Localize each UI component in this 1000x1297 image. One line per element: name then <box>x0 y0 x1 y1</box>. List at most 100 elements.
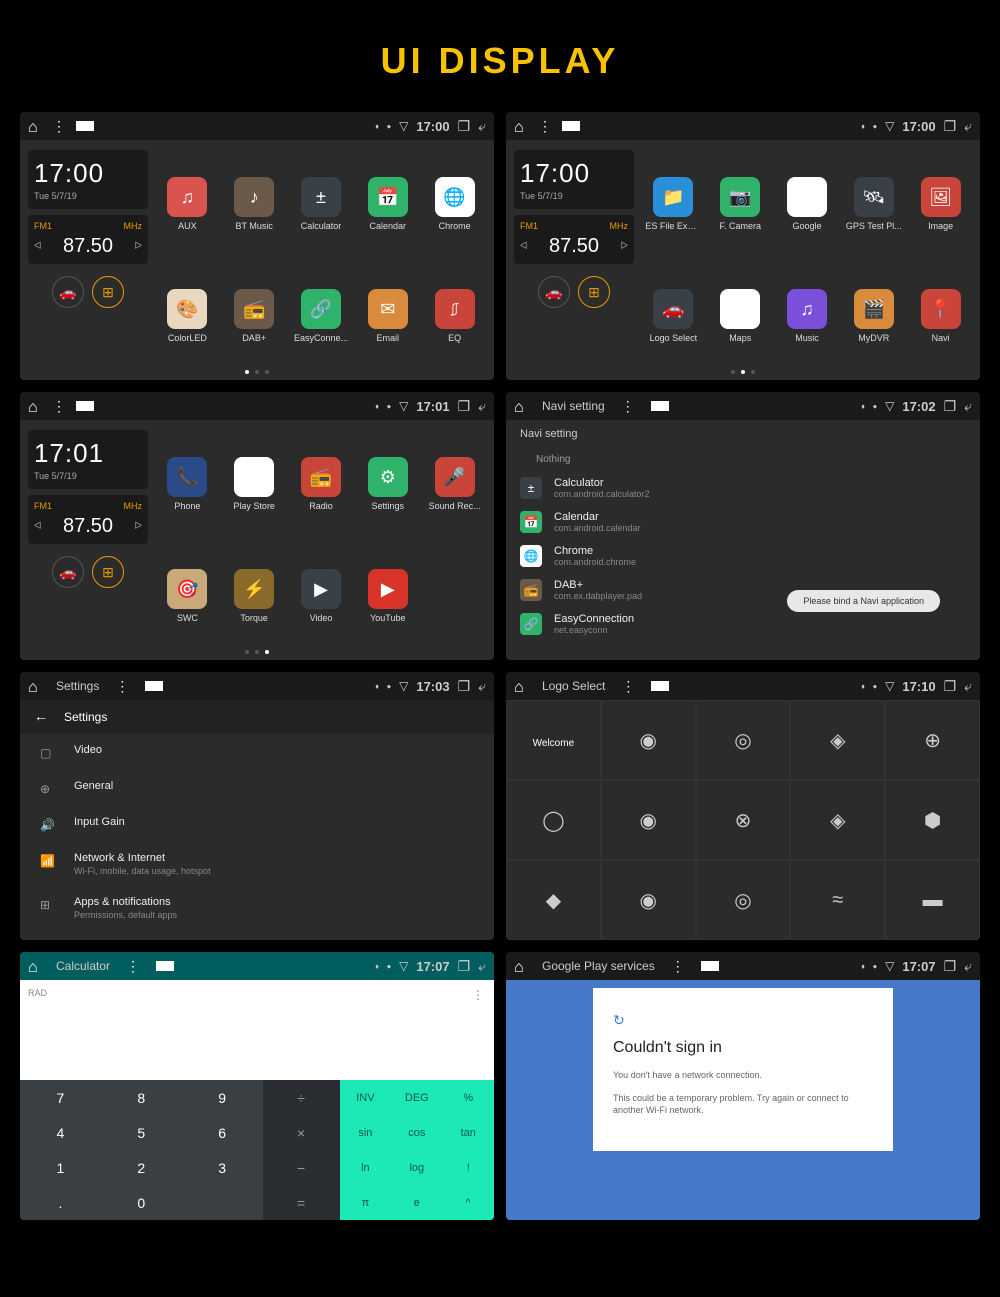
back-icon[interactable] <box>478 958 486 975</box>
logo-cell[interactable]: ◎ <box>696 860 791 940</box>
prev-icon[interactable]: ᐊ <box>34 521 42 532</box>
home-icon[interactable] <box>514 119 528 133</box>
apps-button[interactable]: ⊞ <box>578 276 610 308</box>
back-icon[interactable] <box>964 398 972 415</box>
radio-widget[interactable]: FM1MHz ᐊ87.50ᐅ <box>28 215 148 264</box>
apps-button[interactable]: ⊞ <box>92 556 124 588</box>
prev-icon[interactable]: ᐊ <box>34 241 42 252</box>
calc-sci-ln[interactable]: ln <box>340 1150 391 1185</box>
recent-icon[interactable] <box>944 958 957 975</box>
logo-cell[interactable]: ◉ <box>601 700 696 780</box>
calc-op[interactable]: × <box>263 1115 340 1150</box>
logo-cell[interactable]: ▬ <box>885 860 980 940</box>
window-icon[interactable] <box>701 961 711 971</box>
window2-icon[interactable] <box>155 681 163 691</box>
logo-cell[interactable]: ◈ <box>790 700 885 780</box>
app-esfileexpl[interactable]: 📁ES File Expl... <box>642 150 705 258</box>
window2-icon[interactable] <box>572 121 580 131</box>
calc-key-9[interactable]: 9 <box>182 1080 263 1115</box>
calc-sci-tan[interactable]: tan <box>443 1115 494 1150</box>
settings-item[interactable]: ⊞Apps & notificationsPermissions, defaul… <box>20 886 494 930</box>
calc-menu-icon[interactable]: ⋮ <box>472 988 484 1002</box>
recent-icon[interactable] <box>458 118 471 135</box>
app-image[interactable]: 🖼Image <box>909 150 972 258</box>
menu-dots-icon[interactable] <box>115 678 129 695</box>
window2-icon[interactable] <box>661 681 669 691</box>
calc-key-0[interactable]: 0 <box>101 1185 182 1220</box>
app-email[interactable]: ✉Email <box>356 262 419 370</box>
home-icon[interactable] <box>28 679 42 693</box>
calc-sci-![interactable]: ! <box>443 1150 494 1185</box>
calc-sci-INV[interactable]: INV <box>340 1080 391 1115</box>
logo-cell[interactable]: ⊗ <box>696 780 791 860</box>
settings-item[interactable]: ▢Video <box>20 734 494 770</box>
home-icon[interactable] <box>28 959 42 973</box>
calc-sci-cos[interactable]: cos <box>391 1115 442 1150</box>
logo-cell[interactable]: ◎ <box>696 700 791 780</box>
calc-key-5[interactable]: 5 <box>101 1115 182 1150</box>
car-mode-button[interactable]: 🚗 <box>52 276 84 308</box>
app-phone[interactable]: 📞Phone <box>156 430 219 538</box>
app-btmusic[interactable]: ♪BT Music <box>223 150 286 258</box>
clock-widget[interactable]: 17:00Tue 5/7/19 <box>514 150 634 209</box>
back-icon[interactable] <box>964 678 972 695</box>
logo-cell[interactable]: ≈ <box>790 860 885 940</box>
app-youtube[interactable]: ▶YouTube <box>356 542 419 650</box>
app-fcamera[interactable]: 📷F. Camera <box>709 150 772 258</box>
back-icon[interactable] <box>478 398 486 415</box>
navi-item[interactable]: 🔗EasyConnectionnet.easyconn <box>506 607 980 641</box>
calc-key-1[interactable]: 1 <box>20 1150 101 1185</box>
prev-icon[interactable]: ᐊ <box>520 241 528 252</box>
calc-op[interactable]: = <box>263 1185 340 1220</box>
app-gpstestpl[interactable]: 🛰GPS Test Pl... <box>842 150 905 258</box>
calc-key-8[interactable]: 8 <box>101 1080 182 1115</box>
app-torque[interactable]: ⚡Torque <box>223 542 286 650</box>
calc-key-.[interactable]: . <box>20 1185 101 1220</box>
calc-sci-^[interactable]: ^ <box>443 1185 494 1220</box>
window-icon[interactable] <box>562 121 572 131</box>
logo-cell[interactable]: ◉ <box>601 860 696 940</box>
recent-icon[interactable] <box>458 398 471 415</box>
calc-op[interactable]: − <box>263 1150 340 1185</box>
refresh-icon[interactable]: ↻ <box>613 1012 873 1029</box>
back-icon[interactable] <box>478 678 486 695</box>
calc-op[interactable]: ÷ <box>263 1080 340 1115</box>
menu-dots-icon[interactable] <box>621 398 635 415</box>
apps-button[interactable]: ⊞ <box>92 276 124 308</box>
app-colorled[interactable]: 🎨ColorLED <box>156 262 219 370</box>
home-icon[interactable] <box>28 399 42 413</box>
menu-dots-icon[interactable] <box>52 118 66 135</box>
radio-widget[interactable]: FM1MHzᐊ87.50ᐅ <box>28 495 148 544</box>
window2-icon[interactable] <box>661 401 669 411</box>
back-icon[interactable] <box>964 118 972 135</box>
back-icon[interactable] <box>478 118 486 135</box>
next-icon[interactable]: ᐅ <box>620 241 628 252</box>
app-eq[interactable]: ⎎EQ <box>423 262 486 370</box>
calc-sci-log[interactable]: log <box>391 1150 442 1185</box>
navi-item[interactable]: 📅Calendarcom.android.calendar <box>506 505 980 539</box>
window-icon[interactable] <box>651 401 661 411</box>
navi-item[interactable]: 🌐Chromecom.android.chrome <box>506 539 980 573</box>
settings-item[interactable]: 📶Network & InternetWi-Fi, mobile, data u… <box>20 842 494 886</box>
calc-sci-sin[interactable]: sin <box>340 1115 391 1150</box>
menu-dots-icon[interactable] <box>126 958 140 975</box>
app-calendar[interactable]: 📅Calendar <box>356 150 419 258</box>
window-icon[interactable] <box>145 681 155 691</box>
app-easyconne[interactable]: 🔗EasyConne... <box>290 262 353 370</box>
recent-icon[interactable] <box>458 958 471 975</box>
home-icon[interactable] <box>514 399 528 413</box>
logo-cell[interactable]: ◈ <box>790 780 885 860</box>
app-calculator[interactable]: ±Calculator <box>290 150 353 258</box>
menu-dots-icon[interactable] <box>538 118 552 135</box>
menu-dots-icon[interactable] <box>671 958 685 975</box>
window2-icon[interactable] <box>711 961 719 971</box>
app-aux[interactable]: ♫AUX <box>156 150 219 258</box>
next-icon[interactable]: ᐅ <box>134 521 142 532</box>
logo-cell[interactable]: ◆ <box>506 860 601 940</box>
radio-widget[interactable]: FM1MHzᐊ87.50ᐅ <box>514 215 634 264</box>
app-music[interactable]: ♫Music <box>776 262 839 370</box>
car-mode-button[interactable]: 🚗 <box>52 556 84 588</box>
app-swc[interactable]: 🎯SWC <box>156 542 219 650</box>
menu-dots-icon[interactable] <box>621 678 635 695</box>
app-logoselect[interactable]: 🚗Logo Select <box>642 262 705 370</box>
